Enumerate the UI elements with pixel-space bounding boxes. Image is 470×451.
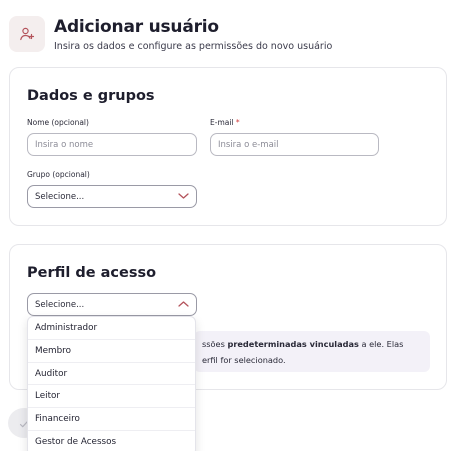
required-mark: * bbox=[235, 118, 240, 127]
group-label: Grupo (opcional) bbox=[27, 170, 90, 179]
profile-select[interactable]: Selecione... bbox=[27, 293, 197, 316]
page-header: Adicionar usuário Insira os dados e conf… bbox=[9, 16, 459, 56]
dados-grupos-card: Dados e grupos Nome (opcional) E-mail * … bbox=[9, 67, 447, 226]
profile-dropdown-menu: Administrador Membro Auditor Leitor Fina… bbox=[27, 316, 196, 451]
section-title-dados: Dados e grupos bbox=[27, 88, 155, 104]
option-gestor-de-acessos[interactable]: Gestor de Acessos bbox=[28, 431, 195, 451]
group-select[interactable]: Selecione... bbox=[27, 185, 197, 208]
name-input[interactable] bbox=[27, 133, 197, 156]
option-membro[interactable]: Membro bbox=[28, 340, 195, 363]
option-leitor[interactable]: Leitor bbox=[28, 385, 195, 409]
name-label: Nome (opcional) bbox=[27, 118, 89, 127]
chevron-down-icon bbox=[178, 192, 189, 203]
option-financeiro[interactable]: Financeiro bbox=[28, 408, 195, 431]
page-subtitle: Insira os dados e configure as permissõe… bbox=[54, 41, 333, 52]
section-title-perfil: Perfil de acesso bbox=[27, 265, 157, 281]
group-select-value: Selecione... bbox=[35, 191, 85, 202]
chevron-up-icon bbox=[178, 300, 189, 311]
email-label: E-mail * bbox=[210, 118, 240, 127]
add-user-icon bbox=[9, 16, 45, 52]
profile-info-box: ssões predeterminadas vinculadas a ele. … bbox=[194, 331, 430, 372]
info-line-2: erfil for selecionado. bbox=[202, 355, 286, 365]
profile-select-value: Selecione... bbox=[35, 299, 85, 310]
info-bold: predeterminadas vinculadas bbox=[227, 339, 359, 349]
email-input[interactable] bbox=[210, 133, 379, 156]
option-auditor[interactable]: Auditor bbox=[28, 363, 195, 386]
option-administrador[interactable]: Administrador bbox=[28, 317, 195, 340]
page-title: Adicionar usuário bbox=[54, 17, 219, 37]
info-line-1: ssões predeterminadas vinculadas a ele. … bbox=[202, 339, 404, 349]
